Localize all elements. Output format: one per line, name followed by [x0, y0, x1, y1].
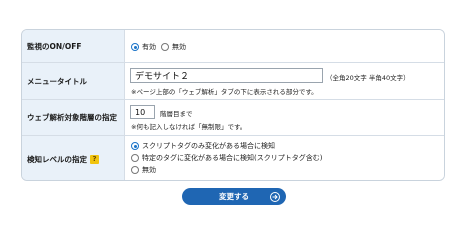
monitoring-value: 有効 無効	[126, 30, 444, 62]
monitoring-on-radio[interactable]	[131, 43, 139, 51]
menu-title-label: メニュータイトル	[22, 63, 125, 99]
menu-title-limit-note: （全角20文字 半角40文字）	[326, 74, 410, 82]
detect-disabled-label: 無効	[142, 166, 156, 174]
detect-level-value: スクリプトタグのみ変化がある場合に検知 特定のタグに変化がある場合に検知(スクリ…	[126, 136, 444, 180]
monitoring-off-label: 無効	[172, 43, 186, 51]
menu-title-row: メニュータイトル （全角20文字 半角40文字） ※ページ上部の「ウェブ解析」タ…	[22, 63, 444, 100]
settings-table: 監視のON/OFF 有効 無効 メニュータイトル （全角20文字 半角40文字）…	[21, 29, 445, 181]
depth-label: ウェブ解析対象階層の指定	[22, 100, 125, 135]
detect-level-row: 検知レベルの指定 ? スクリプトタグのみ変化がある場合に検知 特定のタグに変化が…	[22, 136, 444, 180]
detect-specific-label: 特定のタグに変化がある場合に検知(スクリプトタグ含む)	[142, 154, 323, 162]
monitoring-on-label: 有効	[142, 43, 156, 51]
monitoring-row: 監視のON/OFF 有効 無効	[22, 30, 444, 63]
detect-level-option-disabled[interactable]: 無効	[131, 165, 156, 175]
detect-level-option-script[interactable]: スクリプトタグのみ変化がある場合に検知	[131, 141, 275, 151]
arrow-right-circle-icon	[270, 191, 280, 202]
detect-script-label: スクリプトタグのみ変化がある場合に検知	[142, 142, 275, 150]
depth-value: 階層目まで ※何も記入しなければ「無制限」です。	[126, 100, 444, 135]
monitoring-off-radio[interactable]	[161, 43, 169, 51]
monitoring-label: 監視のON/OFF	[22, 30, 125, 62]
menu-title-value: （全角20文字 半角40文字） ※ページ上部の「ウェブ解析」タブの下に表示される…	[126, 63, 444, 99]
detect-specific-radio[interactable]	[131, 154, 139, 162]
help-icon[interactable]: ?	[90, 154, 99, 164]
depth-note: ※何も記入しなければ「無制限」です。	[131, 123, 247, 131]
detect-level-label: 検知レベルの指定	[27, 154, 87, 164]
monitoring-option-off[interactable]: 無効	[161, 42, 186, 52]
monitoring-option-on[interactable]: 有効	[131, 42, 156, 52]
menu-title-input[interactable]	[130, 68, 323, 83]
depth-suffix: 階層目まで	[160, 110, 193, 118]
detect-level-option-specific[interactable]: 特定のタグに変化がある場合に検知(スクリプトタグ含む)	[131, 153, 322, 163]
depth-input[interactable]	[130, 105, 155, 119]
depth-row: ウェブ解析対象階層の指定 階層目まで ※何も記入しなければ「無制限」です。	[22, 100, 444, 136]
menu-title-note: ※ページ上部の「ウェブ解析」タブの下に表示される部分です。	[131, 88, 318, 96]
detect-level-label-cell: 検知レベルの指定 ?	[22, 136, 125, 180]
submit-label: 変更する	[219, 192, 249, 201]
detect-disabled-radio[interactable]	[131, 166, 139, 174]
detect-script-radio[interactable]	[131, 142, 139, 150]
submit-button[interactable]: 変更する	[182, 188, 286, 205]
